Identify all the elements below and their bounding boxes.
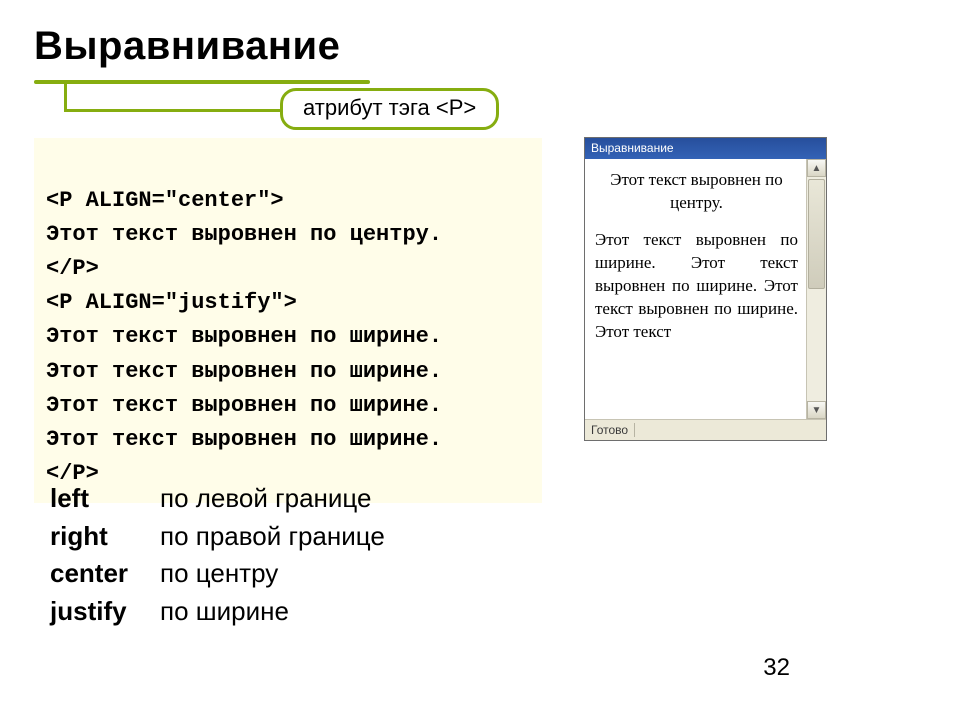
callout-connector-vertical xyxy=(64,84,67,112)
scrollbar-thumb[interactable] xyxy=(808,179,825,289)
scroll-down-button[interactable]: ▼ xyxy=(807,401,826,419)
align-key: center xyxy=(50,555,160,593)
code-line: Этот текст выровнен по ширине. xyxy=(46,423,530,457)
callout-box: атрибут тэга <P> xyxy=(280,88,499,130)
title-underline xyxy=(34,80,370,84)
code-line: Этот текст выровнен по ширине. xyxy=(46,320,530,354)
align-key: left xyxy=(50,480,160,518)
justified-paragraph: Этот текст выровнен по ширине. Этот текс… xyxy=(595,229,798,344)
scroll-up-button[interactable]: ▲ xyxy=(807,159,826,177)
align-desc: по правой границе xyxy=(160,518,385,556)
align-desc: по ширине xyxy=(160,593,289,631)
chevron-down-icon: ▼ xyxy=(812,405,822,416)
code-line: <P ALIGN="justify"> xyxy=(46,286,530,320)
code-line: Этот текст выровнен по центру. xyxy=(46,218,530,252)
align-key: justify xyxy=(50,593,160,631)
browser-statusbar: Готово xyxy=(585,419,826,440)
callout-connector-horizontal xyxy=(64,109,280,112)
align-row-right: right по правой границе xyxy=(50,518,385,556)
browser-titlebar: Выравнивание xyxy=(585,138,826,159)
chevron-up-icon: ▲ xyxy=(812,163,822,174)
code-line: Этот текст выровнен по ширине. xyxy=(46,389,530,423)
alignment-table: left по левой границе right по правой гр… xyxy=(50,480,385,631)
align-key: right xyxy=(50,518,160,556)
status-text: Готово xyxy=(591,423,628,437)
code-line: <P ALIGN="center"> xyxy=(46,184,530,218)
page-number: 32 xyxy=(763,654,790,682)
align-row-center: center по центру xyxy=(50,555,385,593)
browser-preview: Выравнивание Этот текст выровнен по цент… xyxy=(584,137,827,441)
align-row-justify: justify по ширине xyxy=(50,593,385,631)
code-line: Этот текст выровнен по ширине. xyxy=(46,355,530,389)
scrollbar-track[interactable] xyxy=(807,177,826,401)
browser-content: Этот текст выровнен по центру. Этот текс… xyxy=(585,159,806,419)
browser-body: Этот текст выровнен по центру. Этот текс… xyxy=(585,159,826,419)
slide: Выравнивание атрибут тэга <P> <P ALIGN="… xyxy=(0,0,960,720)
align-desc: по левой границе xyxy=(160,480,371,518)
align-row-left: left по левой границе xyxy=(50,480,385,518)
scrollbar[interactable]: ▲ ▼ xyxy=(806,159,826,419)
browser-title: Выравнивание xyxy=(591,141,674,155)
statusbar-separator xyxy=(634,423,635,437)
code-block: <P ALIGN="center">Этот текст выровнен по… xyxy=(34,138,542,503)
page-title: Выравнивание xyxy=(34,24,340,69)
code-line: </P> xyxy=(46,252,530,286)
align-desc: по центру xyxy=(160,555,278,593)
centered-paragraph: Этот текст выровнен по центру. xyxy=(595,169,798,215)
